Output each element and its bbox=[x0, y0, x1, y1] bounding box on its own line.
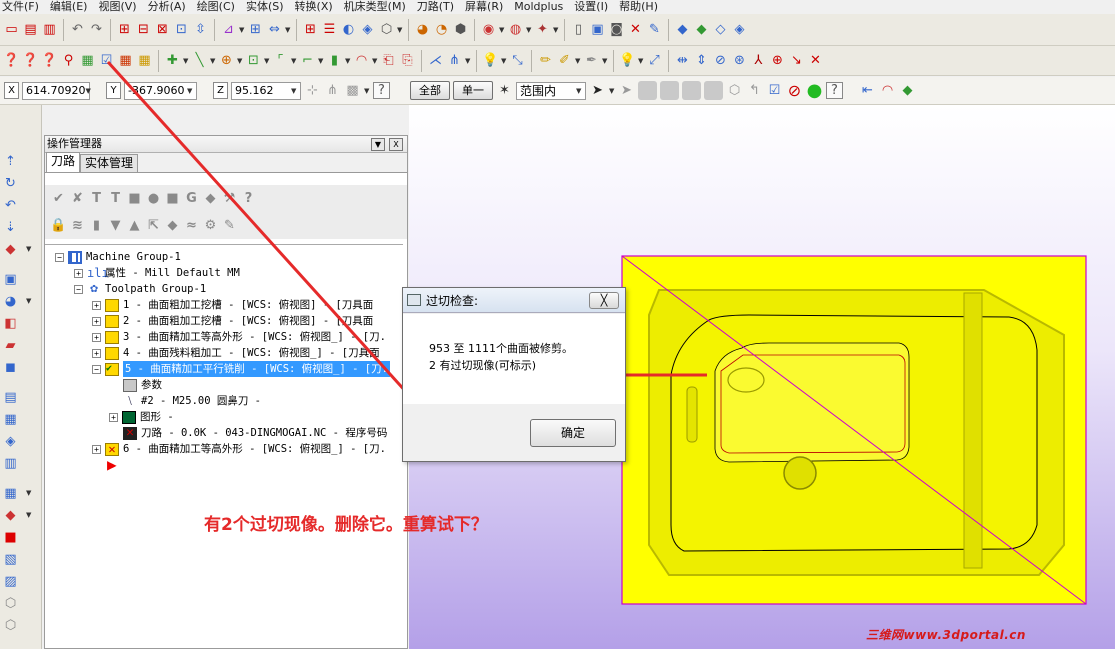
dialog-title: 过切检查: bbox=[426, 293, 479, 308]
annotation-pointer-line bbox=[106, 60, 438, 427]
watermark: 三维网www.3dportal.cn bbox=[866, 628, 1026, 642]
annotation-text: 有2个过切现像。删除它。重算试下？ bbox=[204, 515, 488, 535]
dialog-app-icon bbox=[407, 294, 421, 306]
ok-button[interactable]: 确定 bbox=[530, 419, 616, 447]
dialog-message-line-2: 2 有过切现像(可标示) bbox=[429, 359, 537, 372]
dialog-close-button[interactable]: ╳ bbox=[589, 291, 619, 309]
gouge-check-dialog: 过切检查: ╳ 953 至 1111个曲面被修剪。 2 有过切现像(可标示) 确… bbox=[402, 287, 626, 462]
dialog-titlebar: 过切检查: ╳ bbox=[403, 288, 625, 313]
dialog-body: 953 至 1111个曲面被修剪。 2 有过切现像(可标示) bbox=[403, 314, 625, 404]
dialog-message-line-1: 953 至 1111个曲面被修剪。 bbox=[429, 342, 573, 355]
